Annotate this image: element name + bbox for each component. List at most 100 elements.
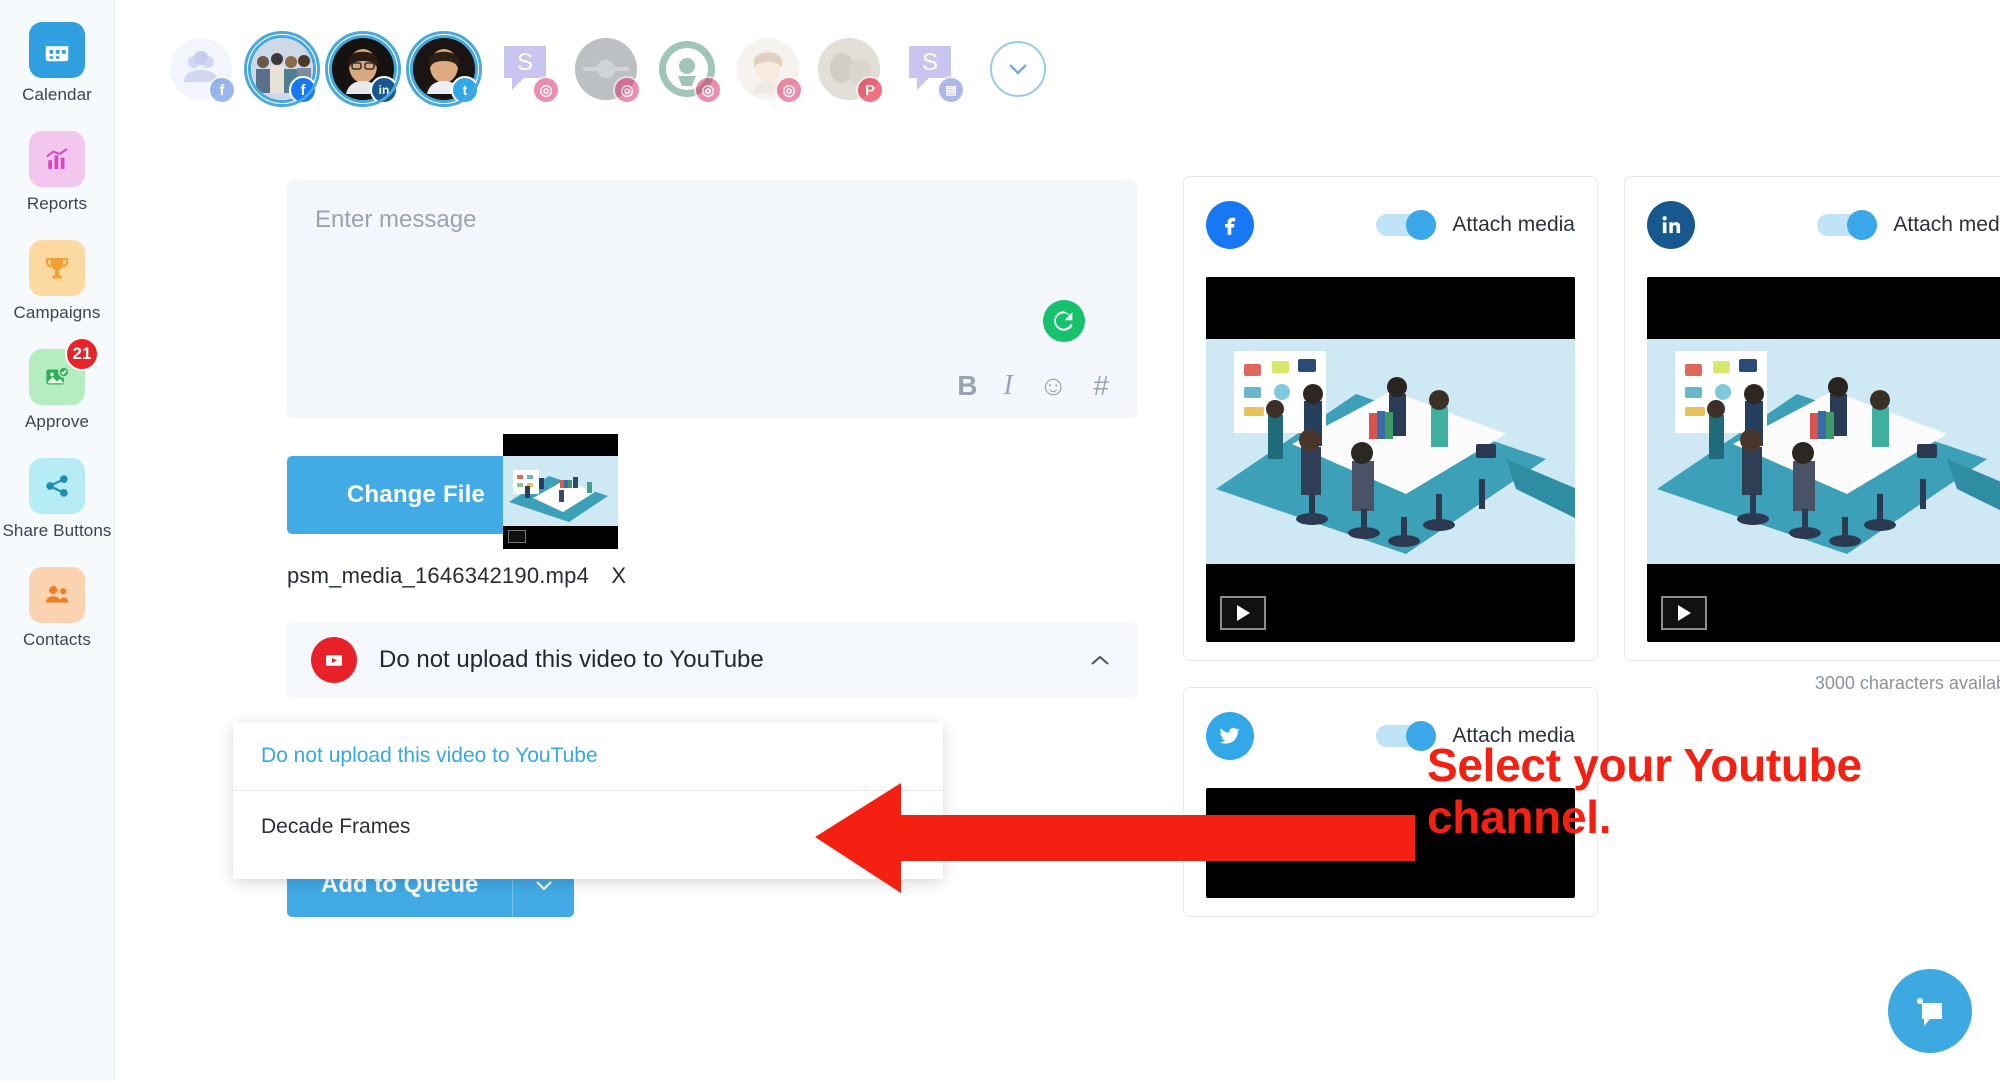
avatar-photo-pinterest-account[interactable]: P xyxy=(818,38,884,104)
avatar-group-facebook-account[interactable]: f xyxy=(170,38,236,104)
chevron-down-icon xyxy=(536,880,552,890)
file-name-row: psm_media_1646342190.mp4 X xyxy=(287,563,1137,589)
twitter-icon xyxy=(1206,712,1254,760)
avatar-person-linkedin-account[interactable]: in xyxy=(325,31,401,107)
sidebar-item-label: Contacts xyxy=(23,630,91,649)
chat-widget-button[interactable] xyxy=(1888,969,1972,1053)
youtube-icon xyxy=(311,637,357,683)
account-selector-row: f f in t S ◎ ◎ ◎ ◎ P S ▤ xyxy=(115,0,2000,110)
sidebar-item-calendar[interactable]: Calendar xyxy=(0,22,114,105)
youtube-option-decade-frames[interactable]: Decade Frames xyxy=(233,791,943,879)
svg-text:S: S xyxy=(922,49,938,76)
sidebar-item-approve[interactable]: 21 Approve xyxy=(0,337,114,432)
play-icon xyxy=(1236,605,1250,621)
sidebar-item-reports[interactable]: Reports xyxy=(0,131,114,214)
avatar xyxy=(332,38,394,100)
main-content: f f in t S ◎ ◎ ◎ ◎ P S ▤ Enter message B… xyxy=(115,0,2000,1081)
avatar-gray-instagram-account[interactable]: ◎ xyxy=(575,38,641,104)
preview-column-right: Attach media xyxy=(1624,176,2000,917)
avatar-coffee-instagram-account[interactable]: ◎ xyxy=(656,38,722,104)
preview-card-header: Attach media xyxy=(1647,199,2000,251)
attach-media-label: Attach media xyxy=(1452,213,1575,236)
preview-column-left: Attach media Attach media xyxy=(1183,176,1598,917)
youtube-selected-value: Do not upload this video to YouTube xyxy=(379,646,764,673)
characters-available-label: 3000 characters available xyxy=(1814,673,2000,693)
avatar-brand-instagram-account[interactable]: S ◎ xyxy=(494,38,560,104)
sidebar-item-label: Calendar xyxy=(22,85,92,104)
chevron-down-icon xyxy=(1009,64,1027,75)
twitter-preview-card: Attach media xyxy=(1183,687,1598,917)
video-preview[interactable] xyxy=(1206,788,1575,898)
hashtag-button[interactable]: # xyxy=(1093,372,1109,400)
sidebar-item-contacts[interactable]: Contacts xyxy=(0,567,114,650)
youtube-option-no-upload[interactable]: Do not upload this video to YouTube xyxy=(233,722,943,791)
attach-media-toggle[interactable] xyxy=(1376,210,1437,240)
sidebar-item-label: Reports xyxy=(26,194,88,213)
sidebar: Calendar Reports Campaigns 21 Approve Sh… xyxy=(0,0,115,1081)
preview-panel: Attach media Attach media Attach med 300… xyxy=(1183,176,2000,917)
avatar-team-facebook-account[interactable]: f xyxy=(244,31,320,107)
avatar-person-twitter-account[interactable]: t xyxy=(406,31,482,107)
show-more-accounts-button[interactable] xyxy=(990,41,1046,97)
other-network-icon: ▤ xyxy=(937,76,965,104)
instagram-icon: ◎ xyxy=(775,76,803,104)
play-button[interactable] xyxy=(1220,596,1266,630)
attach-media-control: Attach media xyxy=(1376,721,1575,751)
approve-count-badge: 21 xyxy=(65,337,99,371)
bold-button[interactable]: B xyxy=(957,372,977,400)
instagram-icon: ◎ xyxy=(694,76,722,104)
instagram-icon: ◎ xyxy=(613,76,641,104)
format-toolbar: B I ☺ # xyxy=(957,372,1109,400)
play-button[interactable] xyxy=(1661,596,1707,630)
avatar-woman-instagram-account[interactable]: ◎ xyxy=(737,38,803,104)
play-icon xyxy=(1677,605,1691,621)
sidebar-item-share-buttons[interactable]: Share Buttons xyxy=(0,458,114,541)
chat-bubble-icon xyxy=(1917,998,1942,1026)
grammarly-icon[interactable] xyxy=(1043,300,1085,342)
sidebar-item-campaigns[interactable]: Campaigns xyxy=(0,240,114,323)
youtube-channel-select[interactable]: Do not upload this video to YouTube xyxy=(287,623,1137,697)
facebook-icon xyxy=(1206,201,1254,249)
video-preview[interactable] xyxy=(1647,277,2000,642)
file-thumbnail[interactable] xyxy=(503,434,618,549)
attach-media-control: Attach media xyxy=(1376,210,1575,240)
contacts-icon xyxy=(29,567,85,623)
avatar-brand-other-account[interactable]: S ▤ xyxy=(899,38,965,104)
attach-media-label: Attach media xyxy=(1452,724,1575,747)
remove-file-button[interactable]: X xyxy=(611,563,626,588)
sidebar-item-label: Campaigns xyxy=(13,303,101,322)
video-preview[interactable] xyxy=(1206,277,1575,642)
preview-card-header: Attach media xyxy=(1206,199,1575,251)
facebook-icon: f xyxy=(289,76,317,104)
share-icon xyxy=(29,458,85,514)
avatar xyxy=(413,38,475,100)
file-name-label: psm_media_1646342190.mp4 xyxy=(287,563,590,588)
message-placeholder: Enter message xyxy=(315,206,477,233)
trophy-icon xyxy=(29,240,85,296)
emoji-button[interactable]: ☺ xyxy=(1039,372,1068,400)
attach-media-control: Attach media xyxy=(1817,210,2000,240)
twitter-icon: t xyxy=(451,76,479,104)
sidebar-item-label: Share Buttons xyxy=(2,521,112,540)
file-attachment-block: Change File psm_media_1646342190.mp4 X xyxy=(287,434,1137,589)
linkedin-icon: in xyxy=(370,76,398,104)
attach-media-toggle[interactable] xyxy=(1817,210,1878,240)
pinterest-icon: P xyxy=(856,76,884,104)
avatar xyxy=(251,38,313,100)
instagram-icon: ◎ xyxy=(532,76,560,104)
youtube-channel-dropdown-menu[interactable]: Do not upload this video to YouTube Deca… xyxy=(233,722,943,879)
image-check-icon: 21 xyxy=(29,337,99,405)
italic-button[interactable]: I xyxy=(1004,372,1013,400)
chevron-up-icon[interactable] xyxy=(1089,647,1111,673)
calendar-icon xyxy=(29,22,85,78)
app-root: Calendar Reports Campaigns 21 Approve Sh… xyxy=(0,0,2000,1081)
preview-card-header: Attach media xyxy=(1206,710,1575,762)
facebook-preview-card: Attach media xyxy=(1183,176,1598,661)
message-editor[interactable]: Enter message B I ☺ # xyxy=(287,180,1137,418)
linkedin-icon xyxy=(1647,201,1695,249)
sidebar-item-label: Approve xyxy=(24,412,90,431)
facebook-icon: f xyxy=(208,76,236,104)
attach-media-toggle[interactable] xyxy=(1376,721,1437,751)
attach-media-label: Attach media xyxy=(1893,213,2000,236)
bar-chart-icon xyxy=(29,131,85,187)
